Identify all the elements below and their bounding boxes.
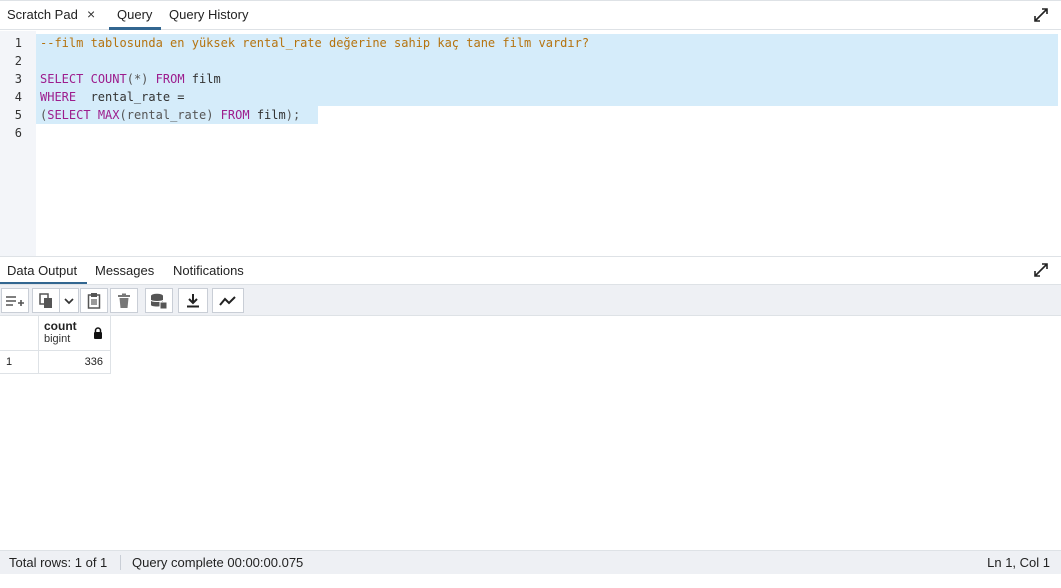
column-type: bigint [44, 333, 71, 345]
status-bar: Total rows: 1 of 1 Query complete 00:00:… [0, 550, 1061, 574]
close-scratch-pad-icon[interactable]: × [87, 1, 95, 29]
line-number: 5 [14, 108, 22, 122]
tab-scratch-pad[interactable]: Scratch Pad [7, 1, 78, 29]
column-name: count [44, 319, 77, 333]
cell-value: 336 [84, 356, 103, 368]
line-number-gutter: 1 2 3 4 5 6 [0, 31, 36, 256]
column-header-count[interactable]: count bigint [39, 316, 111, 351]
code-line-1: --film tablosunda en yüksek rental_rate … [36, 34, 1058, 52]
keyword-from: FROM [155, 72, 185, 86]
lock-icon [93, 327, 103, 342]
copy-button[interactable] [32, 288, 60, 313]
graph-visualiser-icon [219, 295, 237, 307]
close-paren: ); [285, 108, 301, 122]
tab-query-history[interactable]: Query History [169, 1, 248, 29]
expand-editor-icon[interactable] [1033, 7, 1051, 25]
output-tab-bar: Data Output Messages Notifications [0, 257, 1061, 285]
table-cell[interactable]: 336 [39, 351, 111, 374]
editor-tab-bar: Scratch Pad × Query Query History [0, 0, 1061, 30]
row-number-cell[interactable]: 1 [0, 351, 39, 374]
line-number: 1 [14, 36, 22, 50]
tab-data-output[interactable]: Data Output [0, 257, 88, 284]
sql-comment: --film tablosunda en yüksek rental_rate … [40, 36, 590, 50]
function-count: COUNT [90, 72, 127, 86]
sql-editor[interactable]: 1 2 3 4 5 6 --film tablosunda en yüksek … [0, 31, 1061, 256]
expand-output-icon[interactable] [1033, 262, 1051, 280]
paste-icon [87, 292, 101, 309]
function-max: MAX [97, 108, 120, 122]
download-button[interactable] [178, 288, 208, 313]
total-rows-status: Total rows: 1 of 1 [9, 555, 108, 570]
download-icon [186, 293, 200, 308]
cursor-position: Ln 1, Col 1 [987, 555, 1050, 570]
copy-options-button[interactable] [59, 288, 79, 313]
keyword-from: FROM [220, 108, 250, 122]
line-number: 6 [14, 126, 22, 140]
code-line-2 [36, 52, 1058, 70]
tab-messages[interactable]: Messages [95, 257, 154, 284]
line-number: 4 [14, 90, 22, 104]
count-argument: (*) [126, 72, 149, 86]
code-line-4: WHERE rental_rate = [36, 88, 1058, 106]
query-complete-status: Query complete 00:00:00.075 [132, 555, 304, 570]
where-condition: rental_rate = [90, 90, 185, 104]
table-name: film [191, 72, 221, 86]
keyword-where: WHERE [40, 90, 77, 104]
copy-options-chevron-icon [63, 297, 75, 305]
code-line-3: SELECT COUNT(*) FROM film [36, 70, 1058, 88]
delete-icon [117, 293, 131, 309]
keyword-select: SELECT [40, 72, 84, 86]
max-argument: (rental_rate) [119, 108, 214, 122]
table-name: film [256, 108, 286, 122]
save-data-button[interactable] [145, 288, 173, 313]
row-number-header [0, 316, 39, 351]
paste-button[interactable] [80, 288, 108, 313]
data-output-toolbar [0, 285, 1061, 316]
row-number: 1 [6, 356, 13, 368]
tab-notifications[interactable]: Notifications [173, 257, 244, 284]
add-row-button[interactable] [1, 288, 29, 313]
line-number: 3 [14, 72, 22, 86]
tab-query[interactable]: Query [108, 1, 162, 30]
line-number: 2 [14, 54, 22, 68]
copy-icon [38, 292, 54, 309]
status-separator [120, 555, 121, 570]
graph-visualiser-button[interactable] [212, 288, 244, 313]
keyword-select: SELECT [47, 108, 91, 122]
delete-button[interactable] [110, 288, 138, 313]
code-line-5: (SELECT MAX(rental_rate) FROM film); [36, 106, 318, 124]
add-row-icon [5, 294, 25, 308]
save-data-icon [150, 293, 168, 309]
